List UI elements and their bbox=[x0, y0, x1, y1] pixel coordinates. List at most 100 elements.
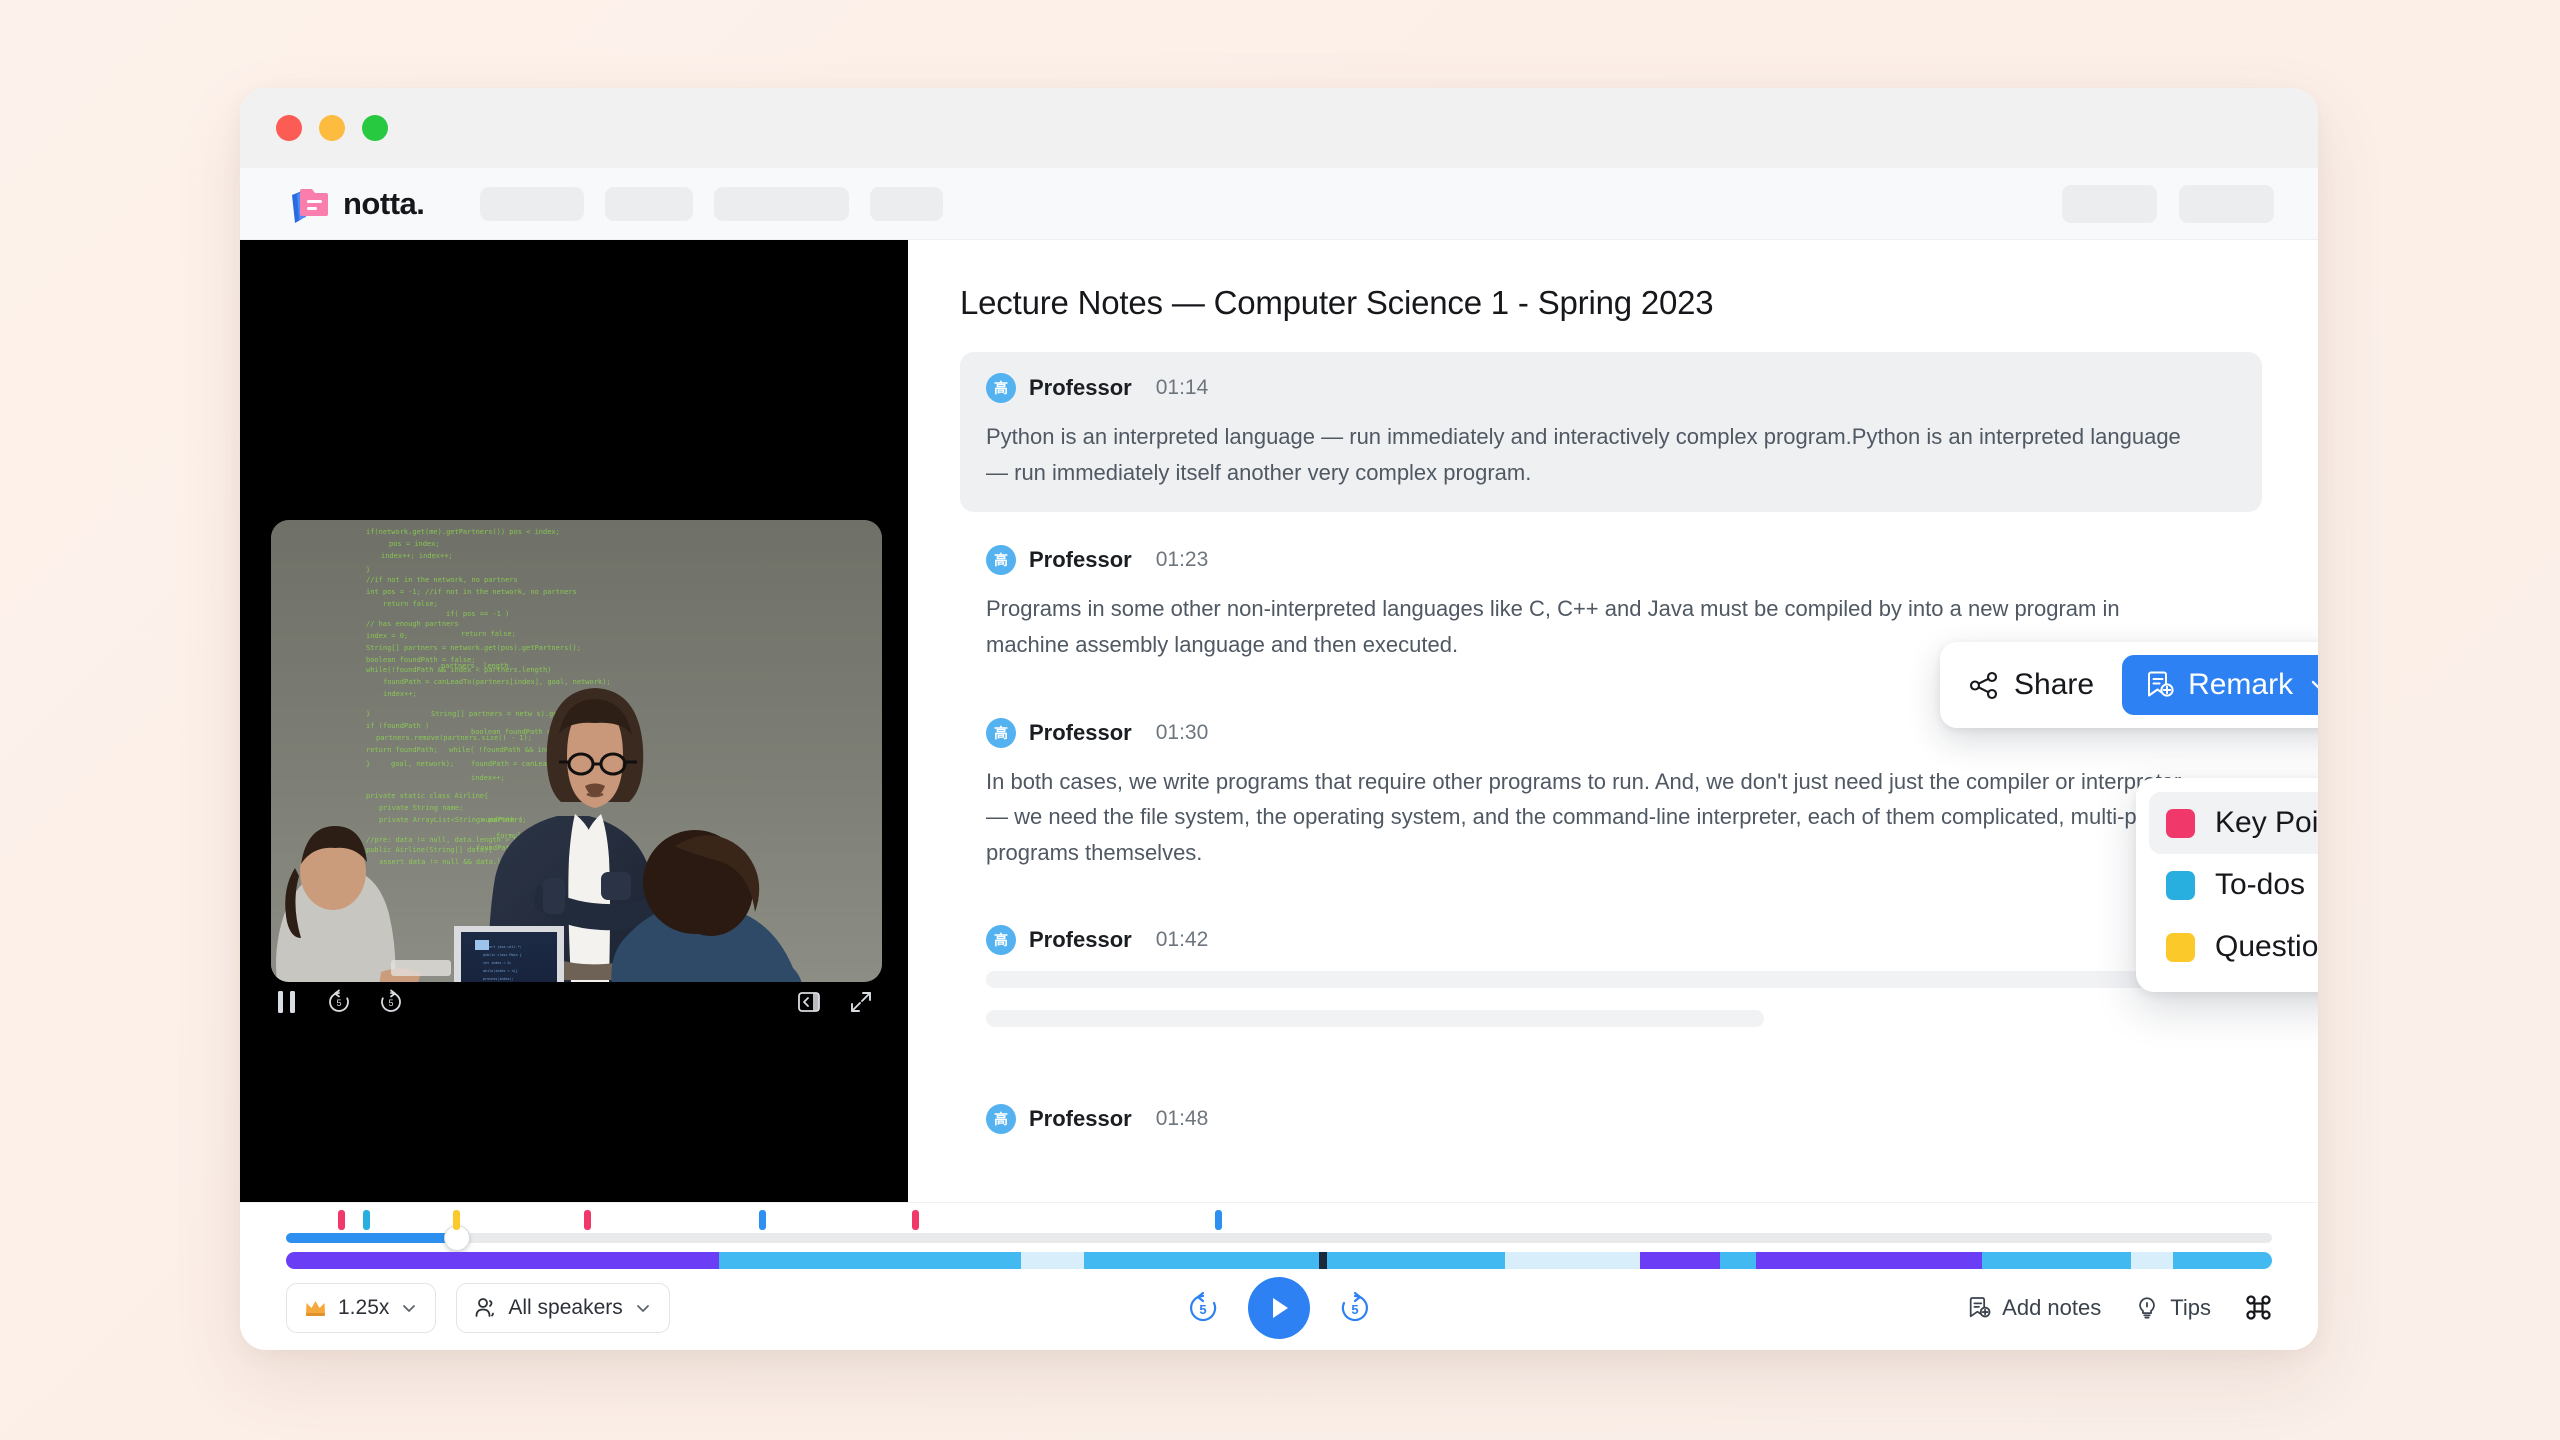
nav-right-group bbox=[2062, 184, 2274, 223]
share-label: Share bbox=[2014, 668, 2095, 701]
nav-action-placeholder-1[interactable] bbox=[2062, 184, 2157, 223]
selection-toolbar: Share Remark bbox=[1940, 642, 2318, 728]
svg-text:private String name;: private String name; bbox=[379, 804, 463, 812]
loading-placeholder-line bbox=[986, 971, 2186, 989]
timeline-marker-key-point[interactable] bbox=[911, 1210, 919, 1230]
maximize-button[interactable] bbox=[362, 115, 388, 141]
transcript-block-header: 高 Professor 01:48 bbox=[986, 1104, 2236, 1135]
progress-track[interactable] bbox=[286, 1210, 2272, 1251]
menu-item-label: To-dos bbox=[2215, 868, 2306, 901]
nav-item-placeholder-4[interactable] bbox=[870, 186, 944, 221]
chevron-down-icon bbox=[400, 1299, 418, 1317]
avatar: 高 bbox=[986, 925, 1016, 956]
nav-item-placeholder-3[interactable] bbox=[714, 186, 850, 221]
transcript-block[interactable]: 高 Professor 01:14 Python is an interpret… bbox=[960, 352, 2262, 513]
expand-icon[interactable] bbox=[848, 989, 874, 1015]
playback-speed-selector[interactable]: 1.25x bbox=[286, 1282, 437, 1333]
brand-logo[interactable]: notta. bbox=[288, 183, 425, 225]
progress-fill bbox=[286, 1233, 457, 1243]
timeline-marker-question[interactable] bbox=[452, 1210, 460, 1230]
color-swatch-key-points bbox=[2166, 808, 2195, 838]
play-button[interactable] bbox=[1248, 1276, 1310, 1339]
svg-text:5: 5 bbox=[1199, 1302, 1206, 1317]
svg-text:return false;: return false; bbox=[383, 600, 438, 608]
svg-text://pre: data != null, data.leng: //pre: data != null, data.length > 0 bbox=[366, 836, 518, 844]
share-nodes-icon bbox=[1968, 670, 1999, 701]
add-notes-button[interactable]: Add notes bbox=[1967, 1295, 2101, 1321]
minimize-button[interactable] bbox=[319, 115, 345, 141]
tips-label: Tips bbox=[2170, 1294, 2211, 1320]
timestamp[interactable]: 01:30 bbox=[1156, 721, 1209, 745]
speaker-name: Professor bbox=[1029, 1106, 1132, 1132]
color-swatch-to-dos bbox=[2166, 870, 2195, 900]
avatar: 高 bbox=[986, 545, 1016, 576]
transcript-block-header: 高 Professor 01:23 bbox=[986, 545, 2236, 576]
speaker-name: Professor bbox=[1029, 375, 1132, 400]
pause-icon[interactable] bbox=[274, 988, 300, 1016]
close-button[interactable] bbox=[276, 115, 302, 141]
transcript-block[interactable]: 高 Professor 01:42 bbox=[960, 904, 2262, 1071]
nav-placeholder-group bbox=[480, 186, 944, 221]
page-title: Lecture Notes — Computer Science 1 - Spr… bbox=[960, 284, 1714, 321]
svg-text:private static class Airline{: private static class Airline{ bbox=[366, 792, 488, 800]
classroom-lecture-photo: if(network.get(me).getPartners()) pos < … bbox=[271, 520, 882, 982]
share-button[interactable]: Share bbox=[1968, 668, 2100, 702]
timestamp[interactable]: 01:14 bbox=[1156, 376, 1209, 400]
chevron-down-icon[interactable] bbox=[2307, 672, 2318, 698]
remark-label: Remark bbox=[2188, 668, 2294, 701]
tips-button[interactable]: Tips bbox=[2135, 1295, 2211, 1321]
svg-text:index++;: index++; bbox=[383, 690, 417, 698]
svg-text:return false;: return false; bbox=[461, 630, 516, 638]
svg-text:5: 5 bbox=[336, 998, 341, 1008]
playback-speed-label: 1.25x bbox=[338, 1295, 390, 1319]
timeline-marker-note[interactable] bbox=[758, 1210, 766, 1230]
avatar: 高 bbox=[986, 373, 1016, 403]
forward-5-button[interactable]: 5 bbox=[1338, 1291, 1372, 1325]
remark-dropdown-menu: Key Points To-dos Questions bbox=[2136, 778, 2318, 992]
forward-5-icon[interactable]: 5 bbox=[378, 989, 404, 1015]
lightbulb-icon bbox=[2135, 1296, 2159, 1320]
svg-text:index++;: index++; bbox=[471, 774, 505, 782]
transcript-block[interactable]: 高 Professor 01:48 bbox=[960, 1083, 2262, 1172]
menu-item-questions[interactable]: Questions bbox=[2149, 916, 2318, 978]
remark-button[interactable]: Remark bbox=[2122, 655, 2318, 715]
rewind-5-icon[interactable]: 5 bbox=[326, 989, 352, 1015]
svg-text:public Airline(String[] data){: public Airline(String[] data){ bbox=[366, 846, 492, 854]
panel-collapse-icon[interactable] bbox=[796, 989, 822, 1015]
timestamp[interactable]: 01:23 bbox=[1156, 548, 1209, 572]
rewind-5-button[interactable]: 5 bbox=[1186, 1291, 1220, 1325]
svg-text:index = 0;: index = 0; bbox=[366, 632, 408, 640]
notta-folder-logo-icon bbox=[288, 183, 330, 225]
avatar: 高 bbox=[986, 1104, 1016, 1135]
player-controls-row: 1.25x All speakers 5 5 Add notes Tips bbox=[286, 1265, 2272, 1350]
timeline-marker-key-point[interactable] bbox=[583, 1210, 591, 1230]
speaker-filter-selector[interactable]: All speakers bbox=[456, 1282, 670, 1333]
nav-item-placeholder-1[interactable] bbox=[480, 186, 585, 221]
timestamp[interactable]: 01:48 bbox=[1156, 1107, 1209, 1131]
svg-text:partners. length: partners. length bbox=[441, 662, 508, 670]
menu-item-key-points[interactable]: Key Points bbox=[2149, 792, 2318, 854]
transcript-text: In both cases, we write programs that re… bbox=[986, 768, 2182, 865]
svg-text:}: } bbox=[366, 760, 370, 768]
timestamp[interactable]: 01:42 bbox=[1156, 928, 1209, 952]
speaker-name: Professor bbox=[1029, 547, 1132, 573]
command-key-icon[interactable] bbox=[2245, 1294, 2272, 1321]
svg-text:}: } bbox=[366, 566, 370, 574]
svg-text:pos = index;: pos = index; bbox=[389, 540, 440, 548]
player-bottom-bar: 1.25x All speakers 5 5 Add notes Tips bbox=[240, 1202, 2318, 1350]
svg-text:int pos = -1; //if not: int pos = -1; //if not in the network, n… bbox=[366, 588, 577, 596]
timeline-marker-key-point[interactable] bbox=[337, 1210, 345, 1230]
svg-text:}: } bbox=[366, 710, 370, 718]
loading-placeholder-line bbox=[986, 1010, 1764, 1028]
menu-item-label: Key Points bbox=[2215, 806, 2318, 839]
timeline-marker-todo[interactable] bbox=[363, 1210, 371, 1230]
bookmark-plus-icon bbox=[1967, 1296, 1991, 1320]
video-player-pane[interactable]: if(network.get(me).getPartners()) pos < … bbox=[240, 240, 908, 1202]
add-notes-label: Add notes bbox=[2002, 1294, 2102, 1320]
nav-item-placeholder-2[interactable] bbox=[605, 186, 694, 221]
menu-item-to-dos[interactable]: To-dos bbox=[2149, 854, 2318, 916]
timeline-marker-note[interactable] bbox=[1215, 1210, 1223, 1230]
nav-action-placeholder-2[interactable] bbox=[2179, 184, 2274, 223]
menu-item-label: Questions bbox=[2215, 930, 2318, 963]
player-left-controls: 1.25x All speakers bbox=[286, 1282, 670, 1333]
